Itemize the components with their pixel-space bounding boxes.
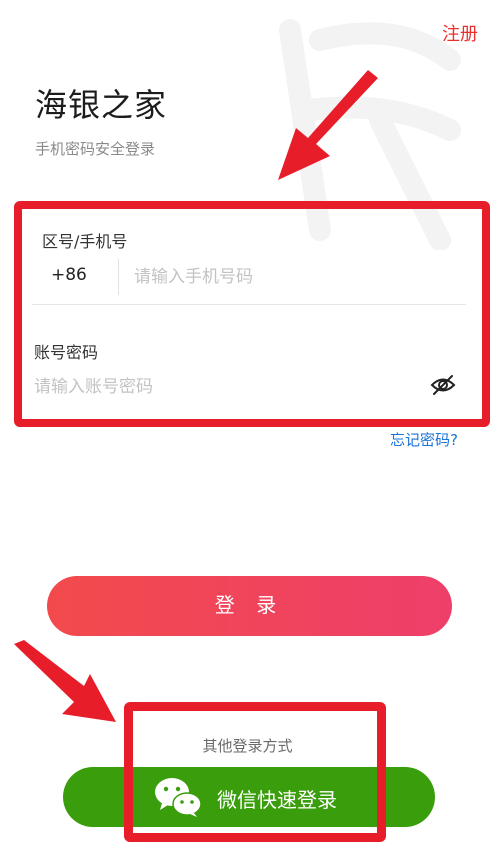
wechat-login-label: 微信快速登录 — [217, 788, 337, 812]
login-button[interactable]: 登 录 — [47, 576, 452, 636]
eye-slash-icon[interactable] — [430, 374, 456, 396]
password-field-label: 账号密码 — [34, 343, 99, 362]
code-divider — [118, 259, 119, 295]
annotation-arrow — [278, 70, 378, 180]
country-code-selector[interactable]: +86 — [51, 265, 87, 285]
login-form: 区号/手机号 +86 账号密码 — [14, 201, 490, 427]
password-input[interactable] — [34, 373, 414, 401]
other-login-label: 其他登录方式 — [202, 737, 293, 755]
forgot-password-link[interactable]: 忘记密码? — [390, 429, 458, 450]
app-title: 海银之家 — [35, 86, 168, 124]
register-link[interactable]: 注册 — [442, 20, 478, 46]
annotation-arrow — [14, 640, 116, 722]
login-subtitle: 手机密码安全登录 — [35, 140, 156, 158]
field-divider — [32, 304, 466, 305]
wechat-icon — [155, 778, 202, 817]
phone-field-label: 区号/手机号 — [42, 232, 128, 251]
phone-input[interactable] — [134, 263, 434, 291]
